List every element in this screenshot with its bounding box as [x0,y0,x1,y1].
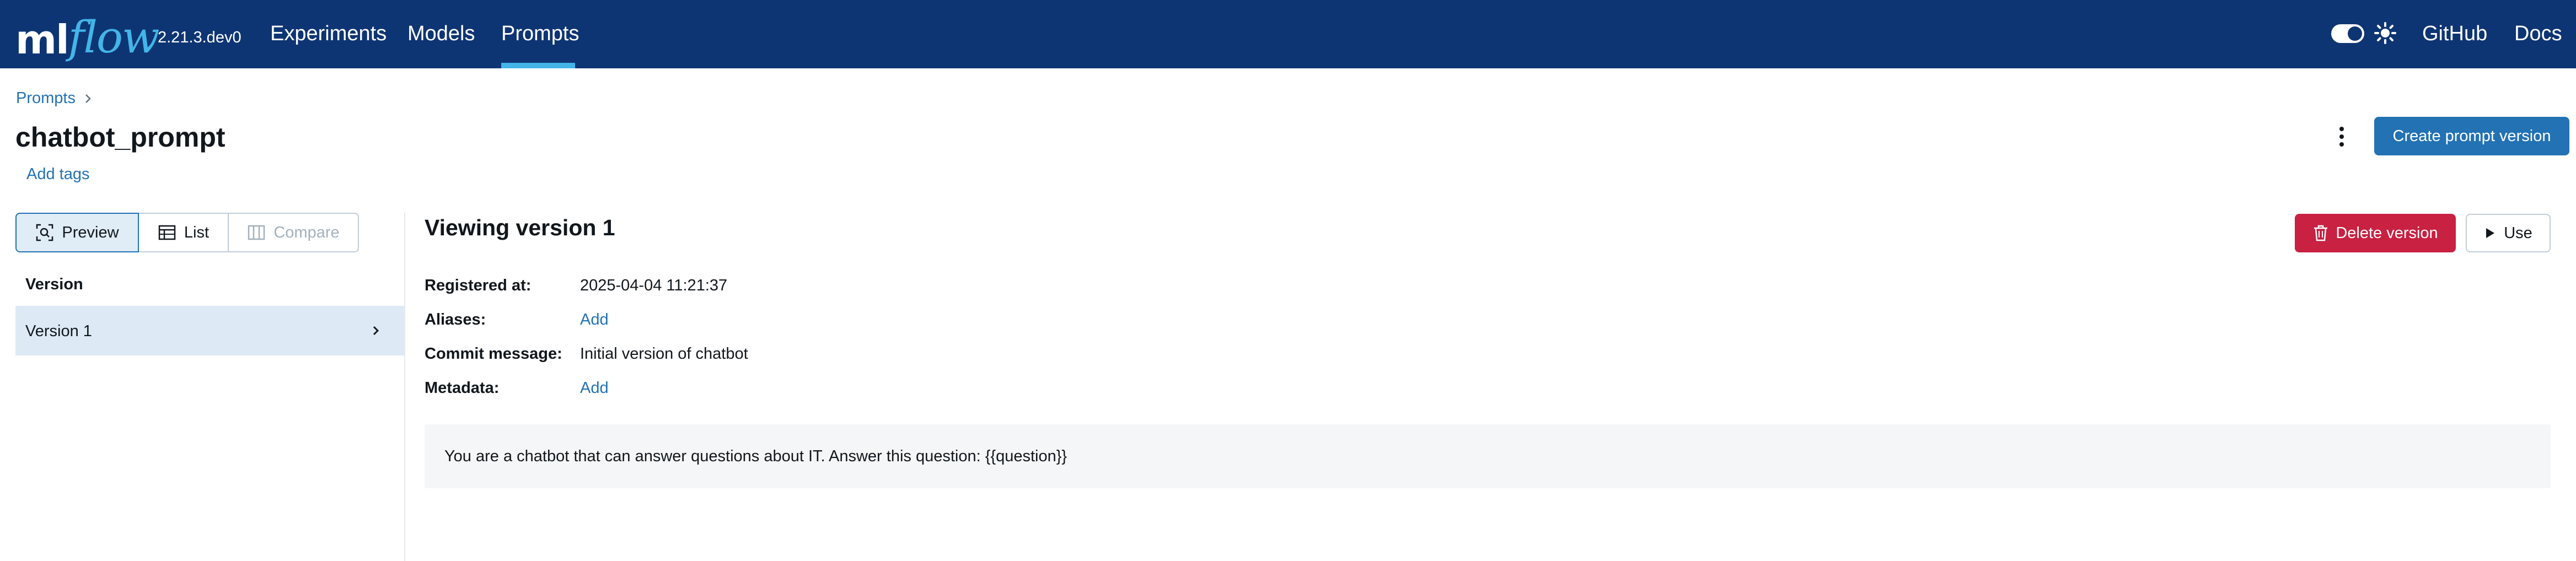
use-label: Use [2504,224,2532,242]
registered-at-label: Registered at: [425,277,532,294]
mlflow-logo[interactable]: ml flow [15,4,160,63]
use-button[interactable]: Use [2466,214,2551,252]
app-version: 2.21.3.dev0 [158,29,242,46]
breadcrumb-chevron-icon [85,94,91,103]
page-title: chatbot_prompt [15,122,226,153]
compare-mode-button[interactable]: Compare [229,213,359,252]
delete-version-label: Delete version [2336,224,2438,242]
logo-flow-text: flow [68,12,160,63]
add-metadata-link[interactable]: Add [580,379,609,397]
breadcrumb-prompts[interactable]: Prompts [16,89,76,107]
preview-label: Preview [62,223,119,241]
sidebar-divider [404,213,405,561]
version-list-item-label: Version 1 [25,322,92,340]
view-mode-selector: Preview List Compare [15,213,359,252]
logo-ml-text: ml [15,17,69,63]
nav-prompts[interactable]: Prompts [501,22,579,46]
prompt-template-box: You are a chatbot that can answer questi… [425,424,2551,488]
top-navbar: ml flow 2.21.3.dev0 Experiments Models Pr… [0,0,2576,68]
prompt-template-text: You are a chatbot that can answer questi… [444,447,1067,465]
docs-link[interactable]: Docs [2514,22,2562,46]
sun-icon[interactable] [2374,22,2396,44]
active-tab-indicator [501,63,575,68]
nav-experiments[interactable]: Experiments [270,22,387,46]
commit-message-label: Commit message: [425,345,562,363]
create-prompt-version-button[interactable]: Create prompt version [2374,117,2569,155]
play-icon [2486,228,2495,238]
chevron-right-icon [373,326,379,336]
registered-at-value: 2025-04-04 11:21:37 [580,277,728,294]
metadata-label: Metadata: [425,379,500,397]
toggle-knob [2348,26,2362,41]
list-mode-button[interactable]: List [139,213,229,252]
preview-icon [36,224,53,241]
trash-icon [2314,225,2328,241]
add-alias-link[interactable]: Add [580,311,609,329]
delete-version-button[interactable]: Delete version [2295,214,2456,252]
list-label: List [184,223,210,241]
columns-icon [248,225,265,240]
aliases-label: Aliases: [425,311,486,328]
theme-toggle[interactable] [2331,24,2364,43]
preview-mode-button[interactable]: Preview [15,213,139,252]
table-icon [158,225,176,240]
add-tags-link[interactable]: Add tags [26,165,89,184]
compare-label: Compare [273,223,340,241]
nav-models[interactable]: Models [407,22,475,46]
version-column-header: Version [25,276,83,293]
kebab-menu-icon[interactable] [2335,125,2348,149]
viewing-version-title: Viewing version 1 [425,215,615,240]
github-link[interactable]: GitHub [2422,22,2487,46]
commit-message-value: Initial version of chatbot [580,345,748,363]
breadcrumb: Prompts [16,89,92,107]
version-list-item[interactable]: Version 1 [15,306,404,355]
